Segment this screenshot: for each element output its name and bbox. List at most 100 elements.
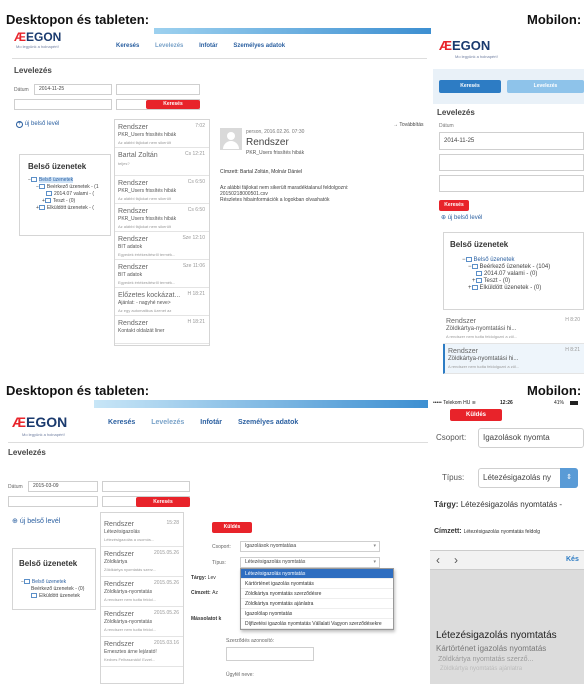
nav-mail[interactable]: Levelezés [155, 43, 183, 49]
mobile-date-input[interactable]: 2014-11-25 [439, 132, 584, 150]
message-date: 15:28 [166, 520, 179, 526]
type-select[interactable]: Létezésigazolás nyomtatás ▾ [240, 557, 380, 568]
message-date: H 8:21 [565, 347, 580, 353]
message-item[interactable]: Rendszer Zöldkártya Zöldkártya nyomtatás s… [101, 547, 183, 577]
contract-input[interactable] [226, 647, 314, 661]
mobile-new-message-link[interactable]: ⊕ új belső levél [441, 214, 482, 222]
mobile-screenshot-1: ÆEGON Mo legyünk a holnapért! Keresés Le… [433, 28, 584, 376]
detail-body-3: Részletes hibainformációk a logokban olv… [220, 197, 330, 203]
filter-input-1[interactable] [8, 496, 98, 507]
m-tree-root[interactable]: − Belső üzenetek [462, 257, 550, 264]
forward-button[interactable]: → Továbbítás [393, 122, 424, 129]
m-tree-2014[interactable]: 2014.07 valami - (0) [462, 271, 550, 278]
done-button[interactable]: Kés [566, 556, 579, 563]
mobile-filter-input-2[interactable] [439, 175, 584, 192]
recipient-label: Címzett: Az [191, 590, 218, 596]
message-sender: Rendszer [446, 318, 476, 325]
picker-wheel[interactable]: Létezésigazolás nyomtatás Kártörténet ig… [430, 570, 584, 684]
message-subject: Zöldkártya [104, 559, 128, 565]
search-button[interactable]: Keresés [146, 100, 200, 109]
message-preview: Az alábbi fájlokat nem sikerült [118, 140, 171, 145]
mobile-mail-button[interactable]: Levelezés [507, 80, 584, 93]
date-input-to[interactable] [102, 481, 190, 492]
group-select[interactable]: Igazolások nyomta [478, 428, 584, 448]
message-item[interactable]: Bartal Zoltán teljes? Cs 12:21 [115, 148, 209, 176]
type-option[interactable]: Zöldkártya nyomtatás ajánlatra [241, 599, 393, 609]
picker-option-2[interactable]: Kártörténet igazolás nyomtatás [436, 644, 546, 653]
message-date: 7:02 [195, 123, 205, 129]
tree-folder-test[interactable]: + Teszt - (0) [28, 198, 99, 205]
group-label: Csoport: [212, 544, 231, 550]
mobile-filter-input-1[interactable] [439, 154, 584, 171]
type-option[interactable]: Kártörténet igazolás nyomtatás [241, 579, 393, 589]
mobile-message-item[interactable]: Rendszer Zöldkártya-nyomtatási hi... A ren… [443, 344, 584, 374]
nav-info[interactable]: Infotár [199, 43, 218, 49]
nav-search[interactable]: Keresés [116, 43, 139, 49]
detail-meta: person, 2016.02.26. 07:30 [246, 129, 305, 135]
picker-toolbar: ‹ › Kés [430, 550, 584, 570]
message-preview: Létezésigazolás a csomós... [104, 537, 155, 542]
message-subject: PKR_Users frissítés hibák [118, 132, 177, 138]
nav-info[interactable]: Infotár [200, 419, 222, 426]
date-input[interactable]: 2015-03-09 [28, 481, 98, 492]
message-item[interactable]: Rendszer PKR_Users frissítés hibák Az aláb… [115, 204, 209, 232]
message-item[interactable]: Rendszer BIT adatok Egyedek értékesítésről… [115, 232, 209, 260]
nav-personal[interactable]: Személyes adatok [233, 43, 285, 49]
date-input-to[interactable] [116, 84, 200, 95]
mobile-header-1: Mobilon: [527, 12, 582, 27]
type-option[interactable]: Díjfizetési igazolás nyomtatás Vállalati… [241, 619, 393, 629]
send-button[interactable]: Küldés [450, 409, 502, 421]
mobile-search-submit[interactable]: Keresés [439, 200, 469, 211]
new-message-link[interactable]: + új belső levél [16, 120, 59, 128]
prev-arrow-icon[interactable]: ‹ [436, 553, 440, 567]
tagline: Mo legyünk a holnapért! [22, 432, 65, 437]
type-option[interactable]: Létezésigazolás nyomtatás [241, 569, 393, 579]
message-item[interactable]: Rendszer Zöldkártya-nyomtatás A rendszer n… [101, 607, 183, 637]
nav-mail[interactable]: Levelezés [151, 419, 184, 426]
m-tree-inbox[interactable]: − Beérkező üzenetek - (104) [462, 264, 550, 271]
mobile-search-button[interactable]: Keresés [439, 80, 501, 93]
message-subject: Zöldkártya-nyomtatási hi... [448, 356, 519, 362]
tree-sent[interactable]: + Elküldött üzenetek - ( [28, 205, 99, 212]
egon-logo: ÆEGON [439, 38, 491, 53]
message-date: Cs 6:50 [187, 207, 205, 213]
message-date: H 18:21 [187, 319, 205, 325]
new-message-link[interactable]: ⊕ új belső levél [12, 518, 60, 526]
message-item[interactable]: Rendszer Kontakt oldalzát liner H 18:21 [115, 316, 209, 344]
message-item[interactable]: Rendszer Létezésigazolás Létezésigazolás a… [101, 517, 183, 547]
message-item[interactable]: Előzetes kockázat... Ajánlat: - nagyhé ne… [115, 288, 209, 316]
tree-inbox[interactable]: − Beérkező üzenetek - (1 [28, 184, 99, 191]
select-stepper-icon[interactable]: ⇕ [560, 468, 578, 488]
tree-inbox[interactable]: Beérkező üzenetek - (0) [21, 586, 84, 593]
tree-root[interactable]: − Belső üzenetek [28, 177, 99, 184]
nav-personal[interactable]: Személyes adatok [238, 419, 298, 426]
tree-root[interactable]: − Belső üzenetek [21, 579, 84, 586]
send-button[interactable]: Küldés [212, 522, 252, 533]
filter-input-1[interactable] [14, 99, 112, 110]
search-button[interactable]: Keresés [136, 497, 190, 507]
type-option[interactable]: Igazolólap nyomtatás [241, 609, 393, 619]
tagline: Mo legyünk a holnapért! [455, 54, 498, 59]
tree-folder-2014[interactable]: 2014.07 valami - ( [28, 191, 99, 198]
message-item[interactable]: Rendszer Zöldkártya-nyomtatás A rendszer n… [101, 577, 183, 607]
m-tree-test[interactable]: + Teszt - (0) [462, 278, 550, 285]
tree-sent[interactable]: Elküldött üzenetek [21, 593, 84, 600]
group-select[interactable]: Igazolások nyomtatása ▾ [240, 541, 380, 552]
message-list: Rendszer Létezésigazolás Létezésigazolás a… [100, 512, 184, 684]
page-title: Levelezés [14, 66, 52, 75]
mobile-folder-panel: Belső üzenetek − Belső üzenetek − Beérkező… [443, 232, 584, 310]
type-option[interactable]: Zöldkártya nyomtatás szerződésre [241, 589, 393, 599]
next-arrow-icon[interactable]: › [454, 553, 458, 567]
picker-option-selected[interactable]: Létezésigazolás nyomtatás [436, 630, 557, 641]
m-tree-sent[interactable]: + Elküldött üzenetek - (0) [462, 285, 550, 292]
message-item[interactable]: Rendszer PKR_Users frissítés hibák Az aláb… [115, 120, 209, 148]
nav-search[interactable]: Keresés [108, 419, 135, 426]
mobile-message-item[interactable]: Rendszer Zöldkártya-nyomtatási hi... A ren… [443, 314, 584, 344]
picker-option-4[interactable]: Zöldkártya nyomtatás ajánlatra [440, 666, 522, 672]
message-item[interactable]: Rendszer BIT adatok Egyedek értékesítésről… [115, 260, 209, 288]
date-input[interactable]: 2014-11-25 [34, 84, 112, 95]
message-item[interactable]: Rendszer PKR_Users frissítés hibák Az aláb… [115, 176, 209, 204]
message-subject: Kontakt oldalzát liner [118, 328, 165, 334]
message-item[interactable]: Rendszer Ernesztes árne lejárató! Kedves F… [101, 637, 183, 667]
picker-option-3[interactable]: Zöldkártya nyomtatás szerző... [438, 656, 533, 663]
